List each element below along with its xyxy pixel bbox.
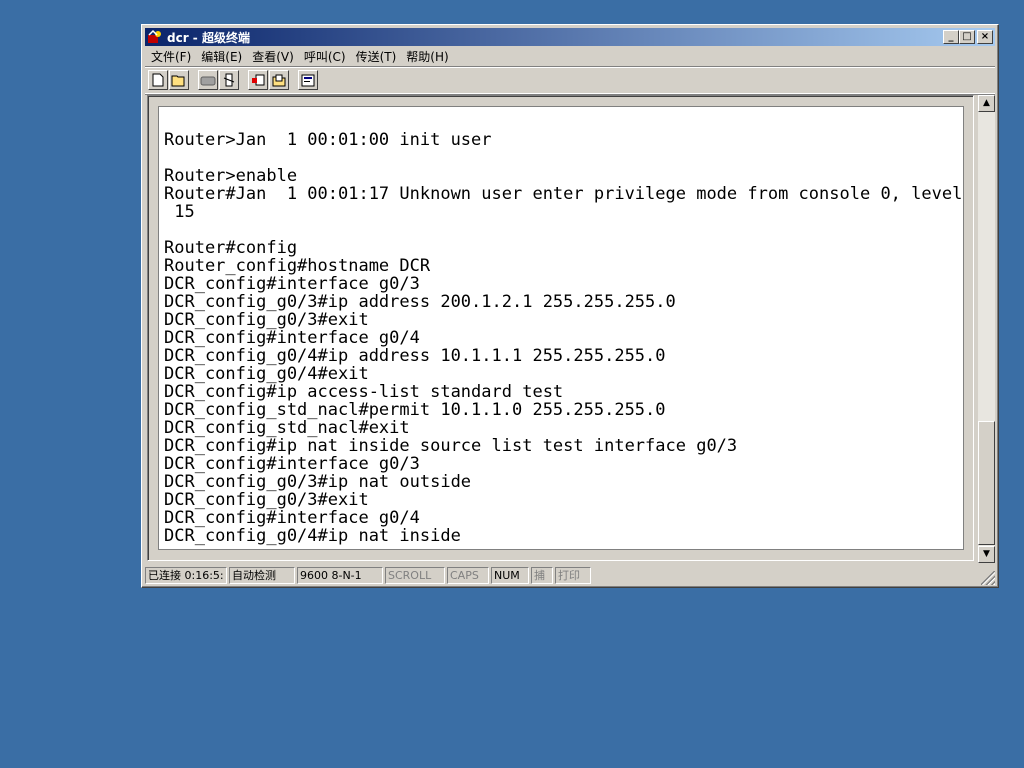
hyperterminal-window: dcr - 超级终端 _ □ × 文件(F) 编辑(E) 查看(V) 呼叫(C)… <box>141 24 999 588</box>
menu-transfer[interactable]: 传送(T) <box>351 48 402 65</box>
menu-file[interactable]: 文件(F) <box>146 48 196 65</box>
status-connected: 已连接 0:16:5: <box>145 567 227 584</box>
status-print: 打印 <box>555 567 591 584</box>
properties-button[interactable] <box>298 70 318 90</box>
send-icon <box>252 74 265 85</box>
menu-edit[interactable]: 编辑(E) <box>196 48 247 65</box>
minimize-button[interactable]: _ <box>943 30 959 44</box>
vertical-scrollbar[interactable]: ▲ ▼ <box>978 95 995 563</box>
receive-icon <box>272 74 286 86</box>
status-bar: 已连接 0:16:5: 自动检测 9600 8-N-1 SCROLL CAPS … <box>145 566 995 585</box>
title-bar[interactable]: dcr - 超级终端 _ □ × <box>145 28 995 46</box>
scroll-up-button[interactable]: ▲ <box>978 95 995 112</box>
menu-call[interactable]: 呼叫(C) <box>299 48 351 65</box>
status-capture: 捕 <box>531 567 553 584</box>
toolbar <box>145 66 995 94</box>
call-icon <box>200 76 216 86</box>
call-button[interactable] <box>198 70 218 90</box>
close-button[interactable]: × <box>977 30 993 44</box>
menu-help[interactable]: 帮助(H) <box>401 48 453 65</box>
scroll-thumb[interactable] <box>978 421 995 545</box>
properties-icon <box>301 74 315 87</box>
open-button[interactable] <box>169 70 189 90</box>
status-caps: CAPS <box>447 567 489 584</box>
new-button[interactable] <box>148 70 168 90</box>
scroll-down-button[interactable]: ▼ <box>978 546 995 563</box>
hyperterminal-app-icon[interactable] <box>147 29 163 45</box>
status-port: 9600 8-N-1 <box>297 567 383 584</box>
maximize-button[interactable]: □ <box>959 30 975 44</box>
terminal-output: Router>Jan 1 00:01:00 init user Router>e… <box>164 130 963 546</box>
disconnect-button[interactable] <box>219 70 239 90</box>
disconnect-icon <box>223 73 235 87</box>
resize-grip[interactable] <box>981 571 995 585</box>
open-icon <box>171 75 185 86</box>
send-button[interactable] <box>248 70 268 90</box>
status-detect: 自动检测 <box>229 567 295 584</box>
menu-bar: 文件(F) 编辑(E) 查看(V) 呼叫(C) 传送(T) 帮助(H) <box>146 47 994 66</box>
terminal-frame: Router>Jan 1 00:01:00 init user Router>e… <box>147 95 974 561</box>
receive-button[interactable] <box>269 70 289 90</box>
new-icon <box>152 73 164 87</box>
status-num: NUM <box>491 567 529 584</box>
window-title: dcr - 超级终端 <box>167 30 250 45</box>
status-scroll: SCROLL <box>385 567 445 584</box>
terminal-screen[interactable]: Router>Jan 1 00:01:00 init user Router>e… <box>158 106 964 550</box>
menu-view[interactable]: 查看(V) <box>247 48 299 65</box>
